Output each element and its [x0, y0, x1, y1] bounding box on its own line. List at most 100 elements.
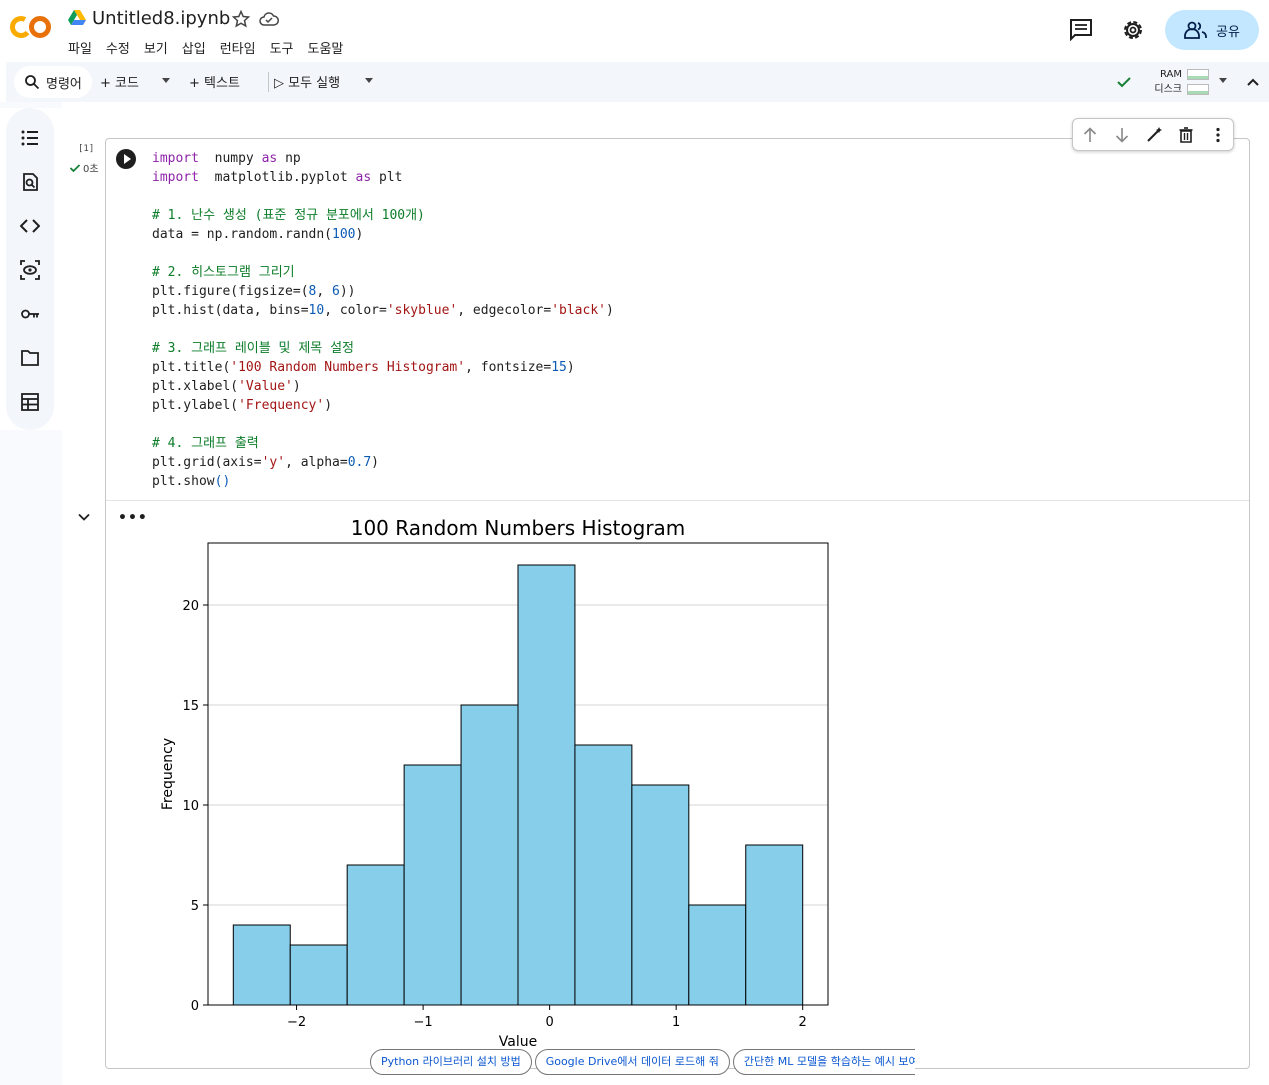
code-line: data = np.random.randn(100): [152, 227, 364, 242]
x-axis-label: Value: [499, 1034, 537, 1050]
menu-insert[interactable]: 삽입: [182, 38, 206, 57]
success-check-icon: [69, 163, 81, 172]
code-line: # 1. 난수 생성 (표준 정규 분포에서 100개): [152, 208, 425, 223]
histogram-bar: [232, 924, 291, 1006]
share-label: 공유: [1216, 24, 1240, 40]
suggestion-chip[interactable]: 간단한 ML 모델을 학습하는 예시 보여: [732, 1049, 915, 1075]
code-line: plt.ylabel('Frequency'): [152, 398, 333, 413]
ram-usage-bar: [1187, 69, 1209, 80]
variables-icon[interactable]: [20, 260, 40, 280]
run-all-button[interactable]: ▷ 모두 실행: [274, 72, 340, 91]
toolbar-divider: [268, 72, 269, 92]
data-table-icon[interactable]: [20, 392, 40, 412]
code-line: # 3. 그래프 레이블 및 제목 설정: [152, 341, 355, 356]
cell-toolbar: [1072, 118, 1234, 151]
table-of-contents-icon[interactable]: [20, 128, 40, 148]
menu-runtime[interactable]: 런타임: [220, 38, 256, 57]
menu-tools[interactable]: 도구: [270, 38, 294, 57]
histogram-bar: [346, 864, 405, 1006]
x-tick-label: −2: [287, 1015, 306, 1030]
histogram-bar: [289, 944, 348, 1006]
runtime-dropdown-icon[interactable]: [1219, 78, 1227, 83]
move-up-icon[interactable]: [1081, 126, 1099, 144]
execution-count: [1]: [78, 144, 95, 154]
suggestion-chip[interactable]: Google Drive에서 데이터 로드해 줘: [534, 1049, 730, 1075]
x-tick-label: 0: [545, 1015, 553, 1030]
connected-check-icon[interactable]: [1116, 74, 1132, 90]
histogram-chart: −2 −1 0 1 205101520100 Random Numbers Histog…: [160, 516, 829, 1050]
code-line: import numpy as np: [152, 151, 301, 166]
chart-title: 100 Random Numbers Histogram: [351, 516, 686, 540]
histogram-bar: [688, 904, 747, 1006]
code-line: plt.xlabel('Value'): [152, 379, 301, 394]
comment-icon[interactable]: [1068, 17, 1094, 43]
histogram-bar: [460, 704, 519, 1006]
menu-file[interactable]: 파일: [68, 38, 92, 57]
execution-time: 0초: [83, 164, 99, 175]
y-tick-label: 0: [191, 999, 199, 1014]
header: Untitled8.ipynb 파일 수정 보기 삽입 런타임 도구 도움말 공…: [0, 0, 1269, 62]
ram-label: RAM: [1159, 69, 1182, 80]
y-tick-label: 5: [191, 899, 199, 914]
share-button[interactable]: 공유: [1165, 10, 1259, 50]
left-sidebar: [6, 108, 54, 430]
code-line: import matplotlib.pyplot as plt: [152, 170, 403, 185]
output-actions-icon[interactable]: •••: [118, 510, 148, 526]
command-palette-button[interactable]: 명령어: [14, 66, 92, 98]
histogram-bar: [517, 564, 576, 1006]
code-line: plt.title('100 Random Numbers Histogram'…: [152, 360, 575, 375]
code-line: plt.grid(axis='y', alpha=0.7): [152, 455, 379, 470]
y-tick-label: 10: [182, 799, 199, 814]
disk-label: 디스크: [1154, 84, 1182, 95]
chevron-up-icon[interactable]: [1246, 75, 1260, 89]
notebook-toolbar: 명령어 + 코드 + 텍스트 ▷ 모두 실행 RAM 디스크: [6, 62, 1269, 102]
edit-wand-icon[interactable]: [1145, 126, 1163, 144]
code-line: plt.show(): [152, 474, 231, 489]
move-down-icon[interactable]: [1113, 126, 1131, 144]
x-tick-label: 2: [799, 1015, 807, 1030]
y-tick-label: 15: [182, 699, 199, 714]
code-line: plt.hist(data, bins=10, color='skyblue',…: [152, 303, 614, 318]
add-code-dropdown-icon[interactable]: [162, 78, 170, 83]
colab-logo-icon[interactable]: [10, 12, 52, 42]
run-all-dropdown-icon[interactable]: [365, 78, 373, 83]
code-line: # 4. 그래프 출력: [152, 436, 259, 451]
left-gutter: [0, 430, 62, 1085]
histogram-bar: [631, 784, 690, 1006]
search-icon: [25, 75, 40, 90]
suggestion-chips: Python 라이브러리 설치 방법 Google Drive에서 데이터 로드해…: [370, 1049, 915, 1075]
notebook-title[interactable]: Untitled8.ipynb: [92, 8, 230, 29]
find-replace-icon[interactable]: [20, 172, 40, 192]
menu-help[interactable]: 도움말: [308, 38, 344, 57]
resource-labels[interactable]: RAM 디스크: [1146, 67, 1182, 97]
collapse-output-chevron-icon[interactable]: [77, 510, 91, 524]
execution-status: 0초: [69, 160, 99, 175]
code-snippets-icon[interactable]: [20, 216, 40, 236]
add-code-button[interactable]: + 코드: [100, 72, 139, 91]
code-editor[interactable]: import numpy as np import matplotlib.pypl…: [152, 149, 614, 491]
star-icon[interactable]: [232, 10, 250, 28]
menu-bar: 파일 수정 보기 삽입 런타임 도구 도움말: [68, 38, 357, 57]
x-tick-label: 1: [672, 1015, 680, 1030]
histogram-bar: [403, 764, 462, 1006]
more-vert-icon[interactable]: [1209, 126, 1227, 144]
settings-gear-icon[interactable]: [1120, 17, 1146, 43]
suggestion-chip[interactable]: Python 라이브러리 설치 방법: [370, 1049, 532, 1075]
y-axis-label: Frequency: [160, 738, 176, 810]
cloud-saved-icon[interactable]: [259, 11, 279, 29]
secrets-key-icon[interactable]: [20, 304, 40, 324]
run-cell-button[interactable]: [116, 149, 136, 169]
add-text-button[interactable]: + 텍스트: [189, 72, 240, 91]
menu-view[interactable]: 보기: [144, 38, 168, 57]
output-divider: [106, 500, 1249, 501]
command-label: 명령어: [46, 76, 82, 92]
histogram-bar: [574, 744, 633, 1006]
x-tick-label: −1: [414, 1015, 433, 1030]
files-folder-icon[interactable]: [20, 348, 40, 368]
menu-edit[interactable]: 수정: [106, 38, 130, 57]
delete-trash-icon[interactable]: [1177, 126, 1195, 144]
google-drive-icon[interactable]: [68, 10, 86, 26]
